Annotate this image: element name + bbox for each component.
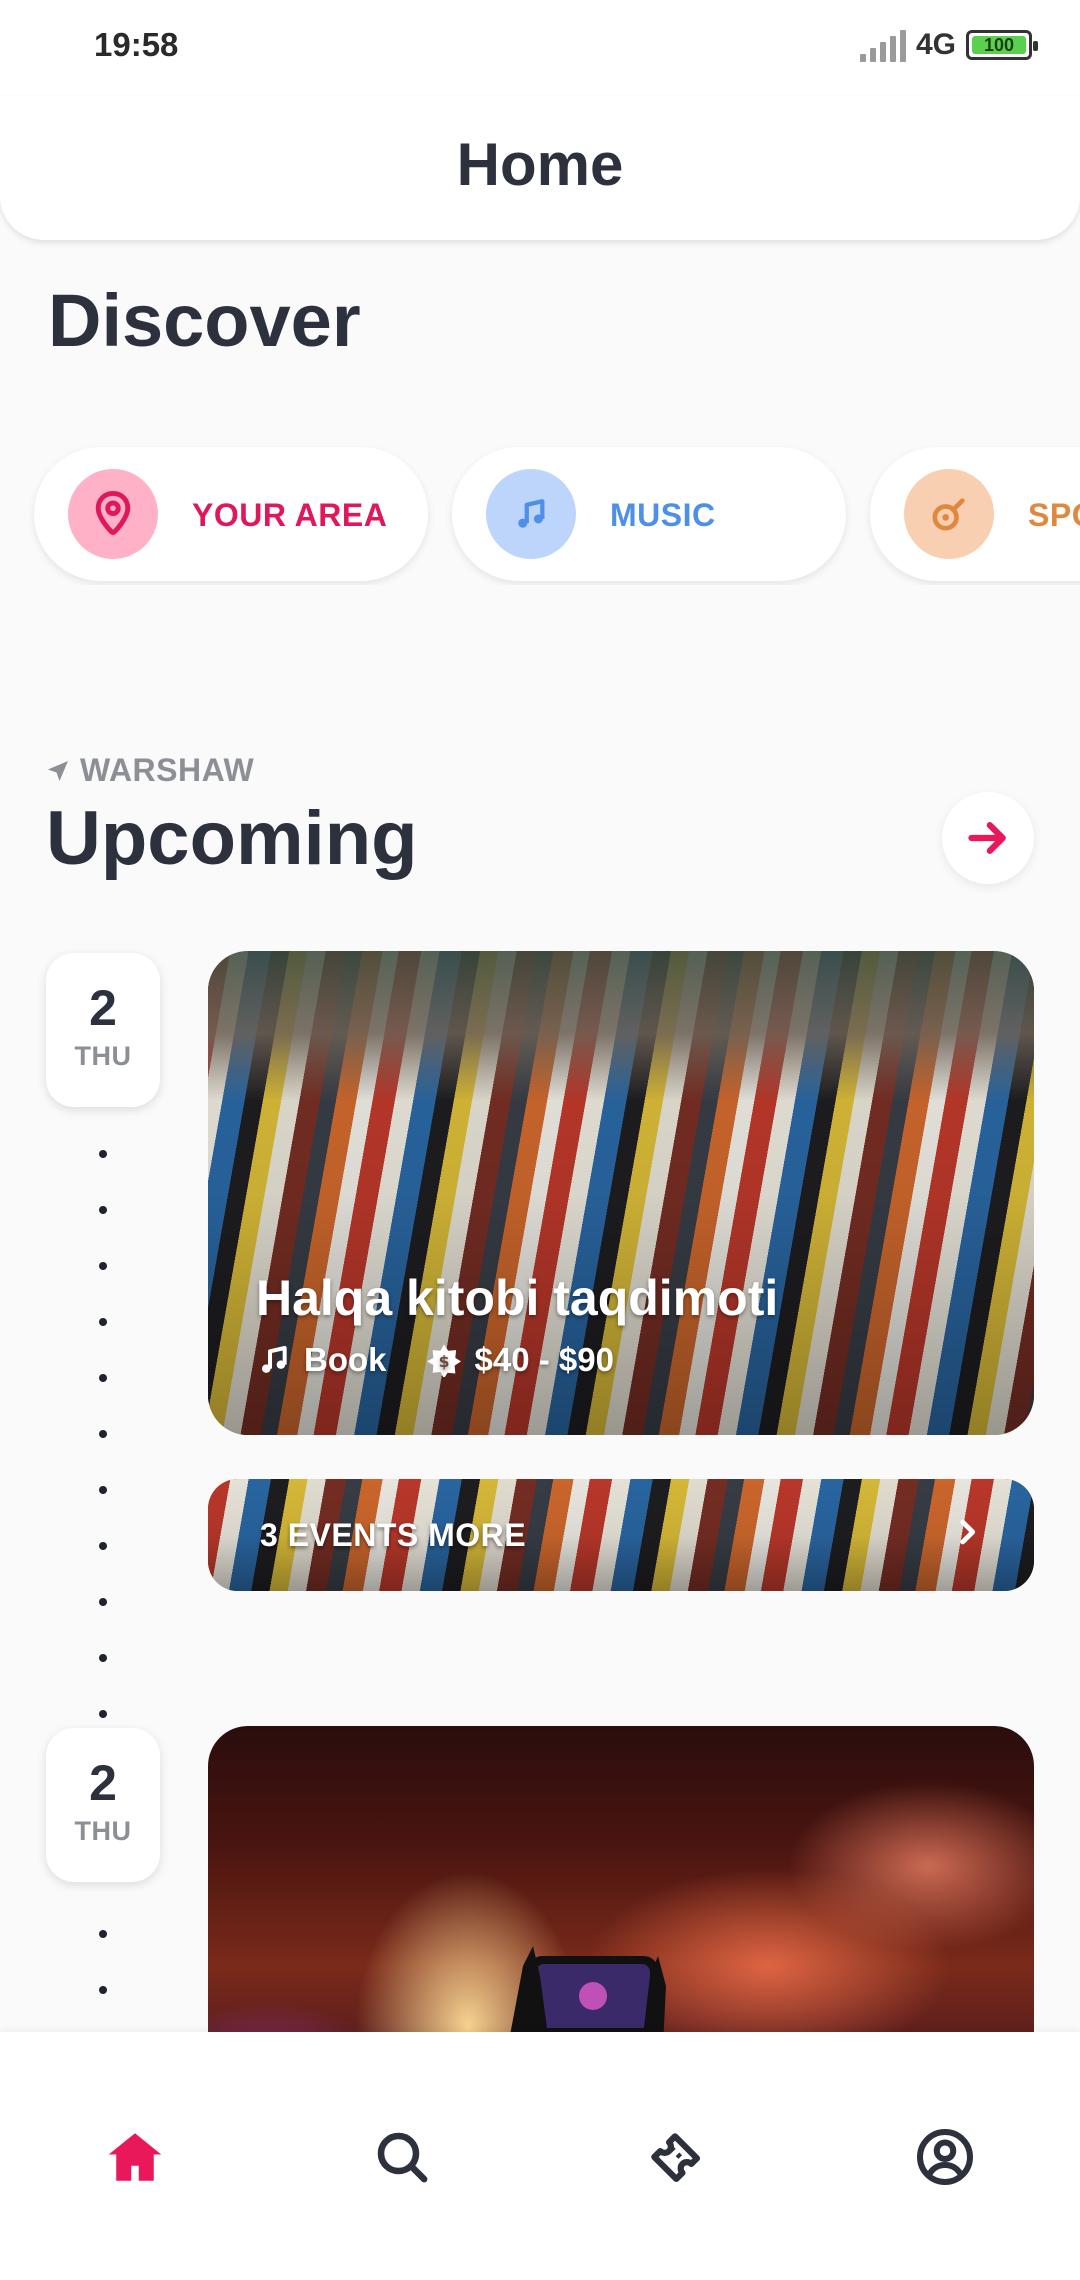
discover-heading: Discover (48, 279, 361, 362)
nav-search[interactable] (367, 2122, 437, 2192)
date-day-number: 2 (89, 980, 117, 1036)
music-note-icon (262, 1346, 287, 1373)
nav-home[interactable] (100, 2122, 170, 2192)
category-label: YOUR AREA (192, 497, 388, 533)
more-events-label: 3 EVENTS MORE (260, 1517, 527, 1553)
music-note-icon (486, 469, 576, 559)
date-weekday: THU (74, 1816, 132, 1846)
location-indicator[interactable]: WARSHAW (46, 752, 254, 789)
date-badge: 2 THU (46, 953, 160, 1107)
upcoming-heading: Upcoming (46, 796, 418, 881)
event-title: Halqa kitobi taqdimoti (256, 1270, 779, 1326)
navigation-arrow-icon (48, 760, 68, 781)
event-card[interactable]: Halqa kitobi taqdimoti Book $ $40 - $90 (208, 951, 1034, 1435)
profile-icon (917, 2129, 973, 2185)
sport-icon (904, 469, 994, 559)
category-chip-sports[interactable]: SPORTS (870, 447, 1080, 581)
location-label: WARSHAW (80, 752, 255, 788)
event-meta: Book $ $40 - $90 (258, 1341, 614, 1379)
category-label: SPORTS (1028, 497, 1080, 533)
home-icon (108, 2133, 162, 2181)
location-pin-icon (68, 469, 158, 559)
battery-level: 100 (972, 36, 1026, 54)
status-time: 19:58 (94, 26, 179, 63)
date-weekday: THU (74, 1041, 132, 1071)
price-tag-icon: $ (426, 1344, 461, 1377)
svg-text:$: $ (438, 1353, 449, 1371)
timeline-dots (99, 1150, 107, 1720)
category-label: MUSIC (610, 497, 716, 533)
timeline-dots (99, 1930, 107, 2000)
arrow-right-icon (968, 822, 1006, 854)
battery-icon: 100 (966, 30, 1038, 60)
status-bar: 19:58 4G 100 (0, 0, 1080, 96)
more-events-button[interactable]: 3 EVENTS MORE (208, 1479, 1034, 1591)
app-header: Home (0, 96, 1080, 240)
date-badge: 2 THU (46, 1728, 160, 1882)
event-price: $40 - $90 (474, 1341, 614, 1378)
ticket-icon (651, 2133, 701, 2183)
page-title: Home (456, 131, 624, 198)
nav-profile[interactable] (910, 2122, 980, 2192)
date-day-number: 2 (89, 1755, 117, 1811)
category-chip-your-area[interactable]: YOUR AREA (34, 447, 428, 581)
signal-icon (859, 28, 906, 62)
network-type: 4G (915, 28, 956, 61)
event-category: Book (304, 1341, 387, 1378)
nav-tickets[interactable] (640, 2122, 710, 2192)
phone-in-hands-image (508, 1946, 666, 2046)
chevron-right-icon (960, 1519, 976, 1545)
category-chip-music[interactable]: MUSIC (452, 447, 846, 581)
category-chips: YOUR AREA MUSIC SPORTS (0, 445, 1080, 585)
search-icon (377, 2132, 428, 2183)
bottom-navigation (0, 2032, 1080, 2280)
see-all-upcoming-button[interactable] (942, 792, 1034, 884)
status-icons: 4G 100 (859, 28, 1038, 62)
